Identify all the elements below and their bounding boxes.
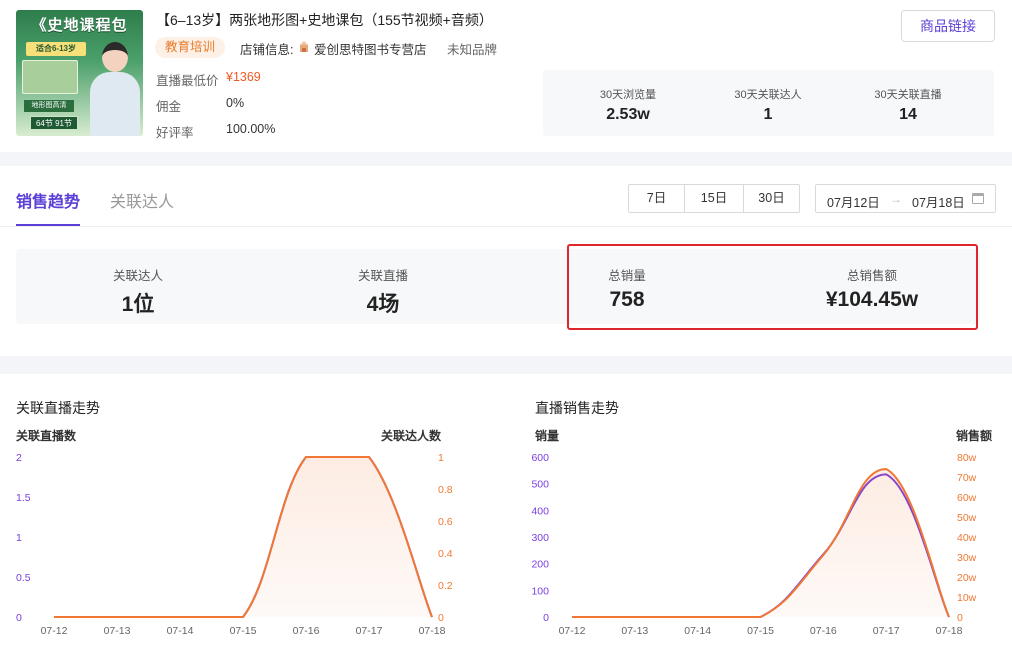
x-tick-label: 07-14	[684, 625, 711, 637]
shop-name[interactable]: 爱创思特图书专营店	[314, 39, 427, 58]
y-right-tick-label: 60w	[957, 492, 977, 504]
product-title: 【6–13岁】两张地形图+史地课包（155节视频+音频）	[156, 12, 493, 28]
arrow-right-icon: →	[890, 192, 902, 206]
y-right-tick-label: 0.6	[438, 516, 453, 528]
y-right-tick-label: 1	[438, 452, 444, 464]
stat-label: 30天关联达人	[734, 89, 802, 101]
y-left-tick-label: 400	[531, 505, 549, 517]
x-tick-label: 07-18	[419, 625, 446, 637]
shop-info-label: 店铺信息:	[240, 43, 294, 57]
thumbnail-tag: 64节 91节	[30, 116, 78, 130]
thumbnail-subtitle: 适合6-13岁	[26, 42, 86, 56]
y-right-tick-label: 0.8	[438, 484, 453, 496]
tab-related-influencers[interactable]: 关联达人	[110, 188, 174, 212]
commission-value: 0%	[226, 96, 245, 110]
chart-title: 关联直播走势	[16, 400, 100, 416]
end-date[interactable]: 07月18日	[912, 192, 965, 211]
series-area	[572, 469, 949, 617]
stat-label: 30天浏览量	[599, 89, 657, 101]
x-tick-label: 07-12	[559, 625, 586, 637]
calendar-icon[interactable]	[972, 193, 984, 204]
x-tick-label: 07-15	[230, 625, 257, 637]
thumbnail-tag: 地形图高清	[24, 100, 74, 112]
x-tick-label: 07-16	[810, 625, 837, 637]
y-left-tick-label: 1	[16, 532, 22, 544]
metric-label: 关联直播	[357, 269, 408, 283]
x-tick-label: 07-17	[873, 625, 900, 637]
start-date[interactable]: 07月12日	[827, 192, 880, 211]
y-right-tick-label: 0	[438, 612, 444, 624]
y-right-tick-label: 70w	[957, 472, 977, 484]
y-left-tick-label: 1.5	[16, 492, 31, 504]
highlight-box	[567, 244, 978, 330]
stat-30d-livestreams: 30天关联直播 14	[833, 86, 983, 124]
series-area	[54, 457, 432, 617]
y-left-tick-label: 0	[543, 612, 549, 624]
y-left-tick-label: 0.5	[16, 572, 31, 584]
y-left-tick-label: 2	[16, 452, 22, 464]
chart-title: 直播销售走势	[535, 400, 619, 416]
rating-value: 100.00%	[226, 122, 276, 136]
x-tick-label: 07-13	[104, 625, 131, 637]
commission-label: 佣金	[156, 100, 182, 114]
x-tick-label: 07-12	[41, 625, 68, 637]
stat-label: 30天关联直播	[874, 89, 942, 101]
y-right-tick-label: 0	[957, 612, 963, 624]
metric-value: 4场	[366, 293, 400, 316]
y-left-tick-label: 300	[531, 532, 549, 544]
y-right-tick-label: 30w	[957, 552, 977, 564]
stat-30d-influencers: 30天关联达人 1	[693, 86, 843, 124]
metric-related-livestreams: 关联直播 4场	[283, 265, 483, 318]
range-7d-button[interactable]: 7日	[628, 184, 685, 213]
product-card: 《史地课程包 适合6-13岁 地形图高清 64节 91节 【6–13岁】两张地形…	[0, 0, 1012, 152]
stat-value: 1	[763, 106, 773, 123]
y-left-tick-label: 100	[531, 585, 549, 597]
stat-30d-views: 30天浏览量 2.53w	[553, 86, 703, 124]
livestream-sales-chart[interactable]: 0 100 200 300 400 500 600 0 10w 20w 30w 40w 50w 60w 70…	[506, 440, 1012, 645]
y-left-tick-label: 0	[16, 612, 22, 624]
y-right-tick-label: 40w	[957, 532, 977, 544]
x-tick-label: 07-16	[293, 625, 320, 637]
y-right-tick-label: 0.2	[438, 580, 453, 592]
lowest-price-label: 直播最低价	[156, 74, 219, 88]
y-right-tick-label: 10w	[957, 592, 977, 604]
thumbnail-presenter-image	[88, 38, 140, 136]
rating-label: 好评率	[156, 126, 194, 140]
tab-divider	[0, 226, 1012, 227]
x-tick-label: 07-15	[747, 625, 774, 637]
x-tick-label: 07-18	[936, 625, 963, 637]
y-right-tick-label: 20w	[957, 572, 977, 584]
category-badge: 教育培训	[155, 37, 226, 58]
x-tick-label: 07-14	[167, 625, 194, 637]
product-link-button[interactable]: 商品链接	[901, 10, 995, 42]
y-right-tick-label: 50w	[957, 512, 977, 524]
range-15d-button[interactable]: 15日	[684, 184, 744, 213]
thumbnail-title: 《史地课程包	[31, 16, 128, 34]
x-tick-label: 07-13	[621, 625, 648, 637]
range-30d-button[interactable]: 30日	[743, 184, 800, 213]
y-left-tick-label: 600	[531, 452, 549, 464]
product-thumbnail[interactable]: 《史地课程包 适合6-13岁 地形图高清 64节 91节	[16, 10, 143, 136]
shop-logo-icon	[300, 41, 308, 52]
x-tick-label: 07-17	[356, 625, 383, 637]
date-range-picker[interactable]: 07月12日 → 07月18日	[815, 184, 996, 213]
brand-label: 未知品牌	[447, 43, 498, 57]
y-right-tick-label: 80w	[957, 452, 977, 464]
metric-value: 1位	[121, 293, 155, 316]
thumbnail-map-image	[22, 60, 78, 94]
metric-related-influencers: 关联达人 1位	[38, 265, 238, 318]
stat-value: 2.53w	[606, 106, 650, 123]
livestream-trend-chart[interactable]: 0 0.5 1 1.5 2 0 0.2 0.4 0.6 0.8 1 07-12 07-13 07-14 07…	[0, 440, 506, 645]
y-right-tick-label: 0.4	[438, 548, 453, 560]
metric-label: 关联达人	[112, 269, 163, 283]
y-left-tick-label: 200	[531, 559, 549, 571]
stat-value: 14	[899, 106, 917, 123]
lowest-price-value: ¥1369	[226, 70, 261, 84]
tab-sales-trend[interactable]: 销售趋势	[16, 188, 80, 212]
y-left-tick-label: 500	[531, 479, 549, 491]
stats-30d-panel: 30天浏览量 2.53w 30天关联达人 1 30天关联直播 14	[543, 70, 994, 136]
